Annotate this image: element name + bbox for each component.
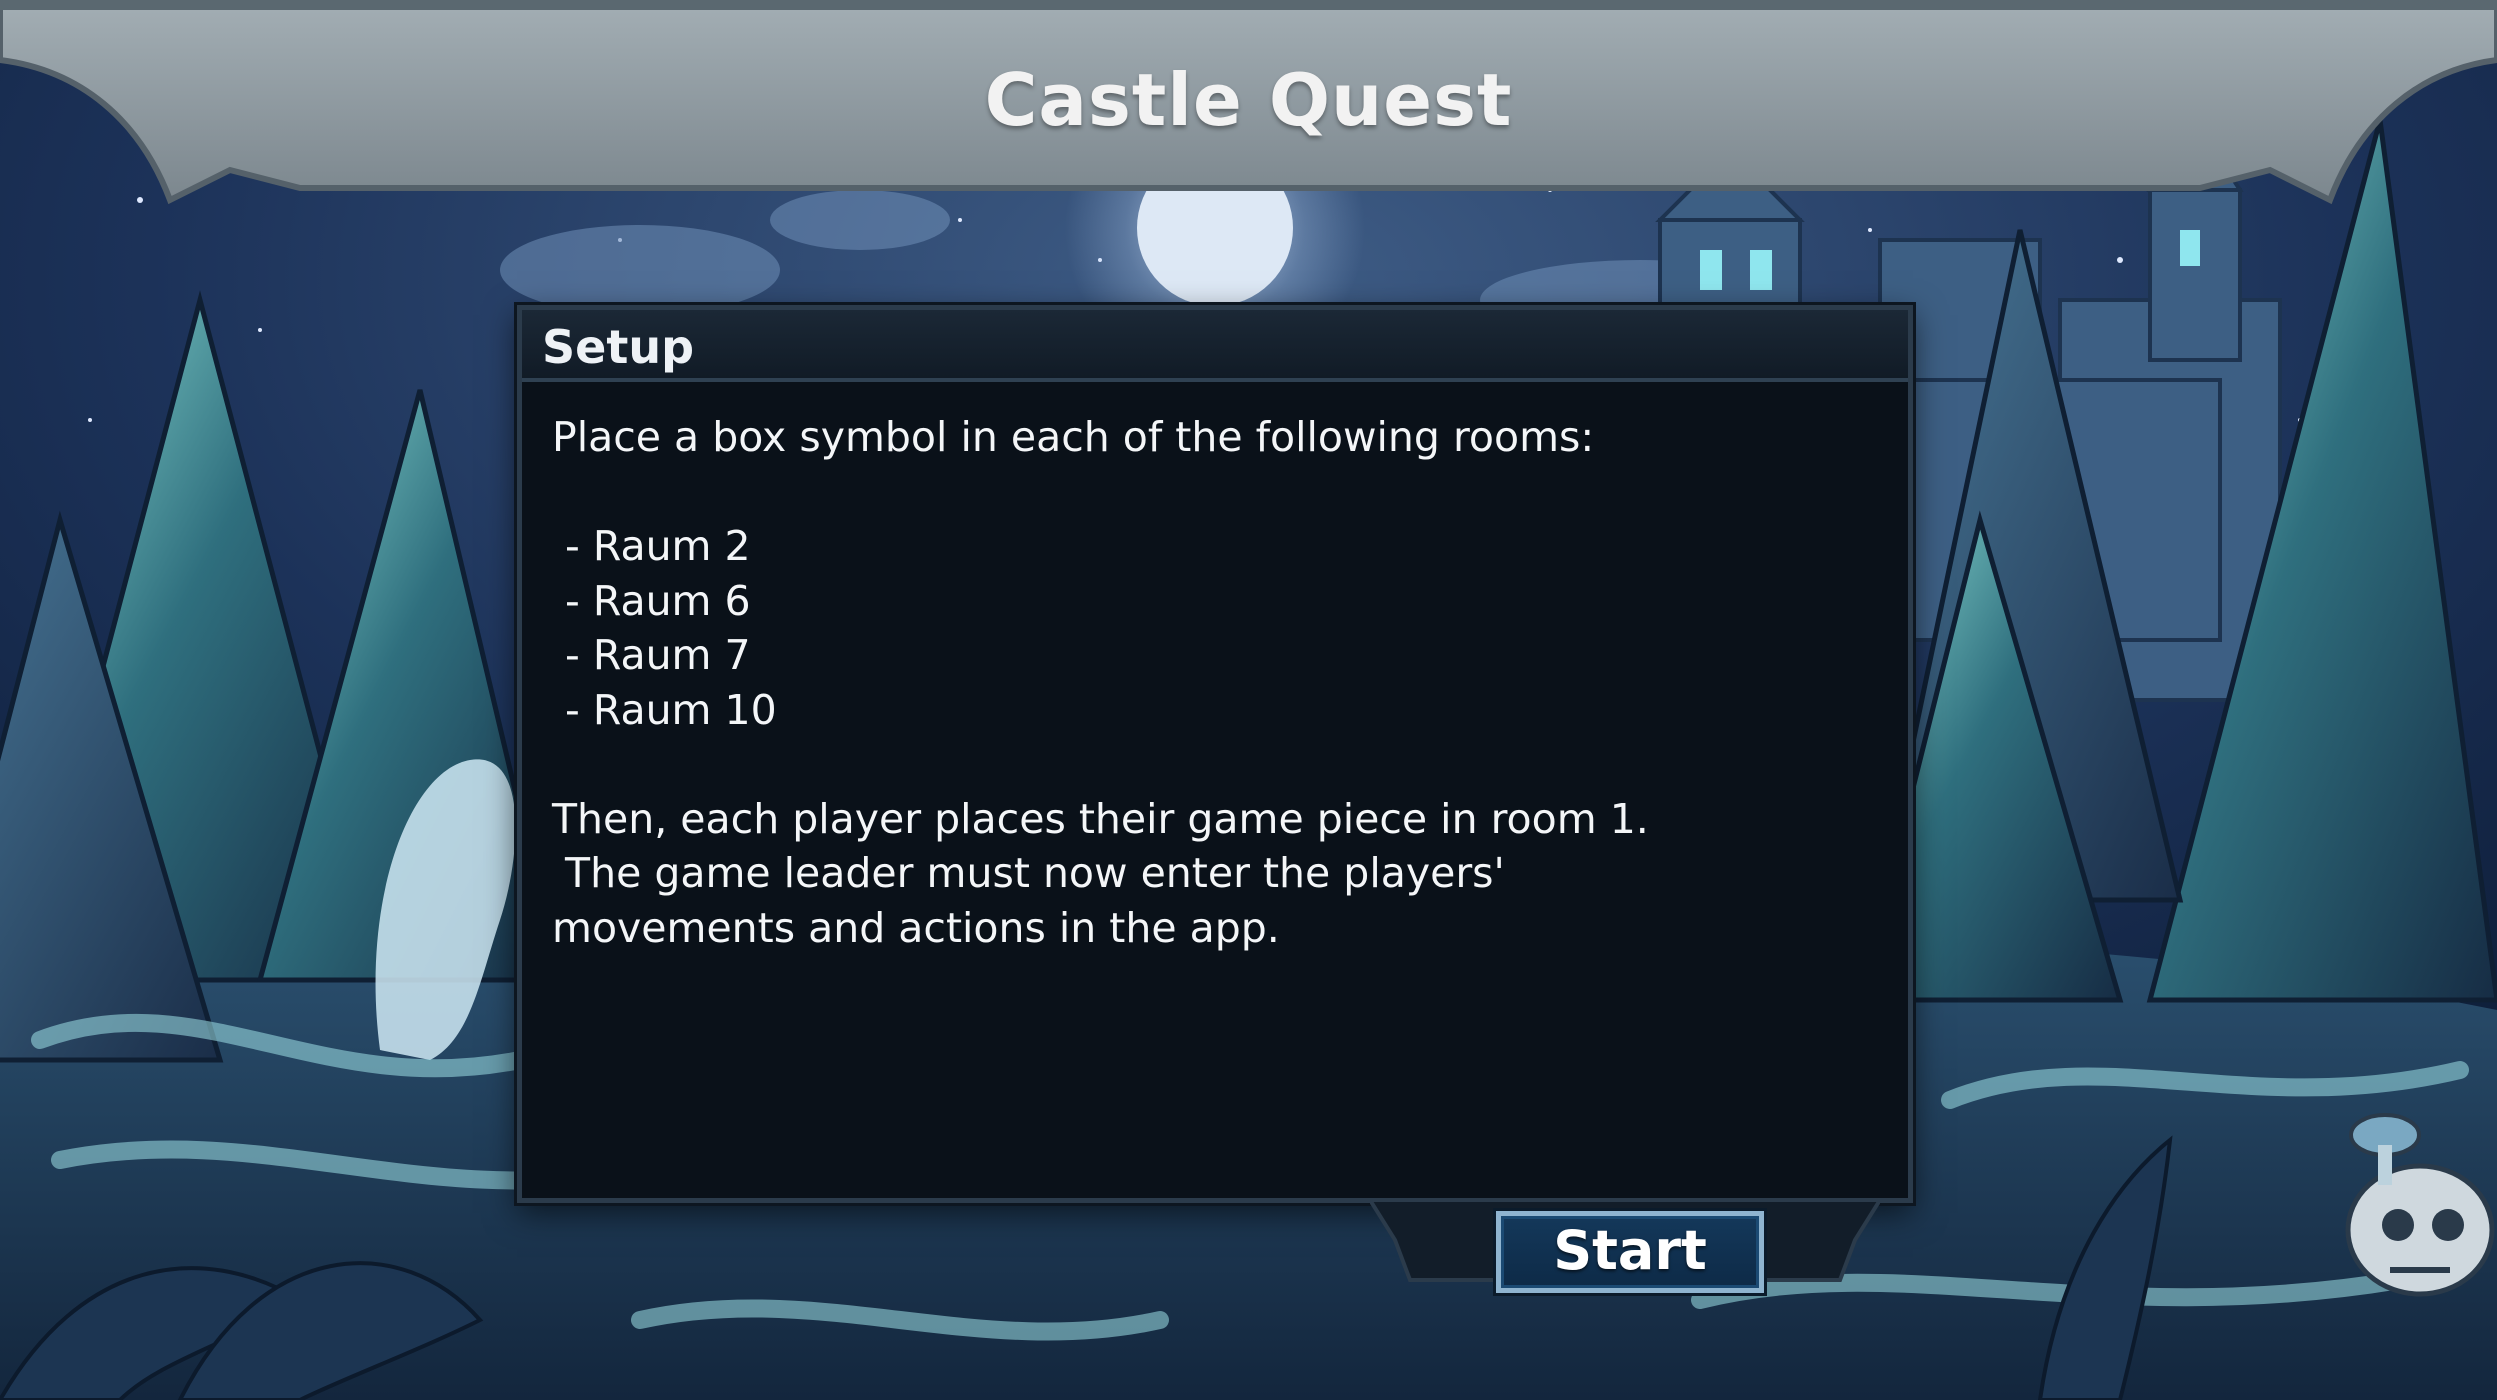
setup-panel-title: Setup <box>542 320 694 374</box>
instruction-line: Place a box symbol in each of the follow… <box>552 413 1595 461</box>
game-screen: Castle Quest Setup Place a box symbol in… <box>0 0 2497 1400</box>
game-title: Castle Quest <box>984 58 1513 142</box>
setup-panel: Setup Place a box symbol in each of the … <box>517 305 1913 1203</box>
instruction-line <box>552 465 1872 520</box>
room-list-item: - Raum 2 <box>552 522 751 570</box>
instruction-line: The game leader must now enter the playe… <box>552 849 1505 897</box>
instruction-line: Then, each player places their game piec… <box>552 794 1649 843</box>
setup-panel-header: Setup <box>522 310 1908 382</box>
instruction-line <box>552 737 1872 792</box>
start-button[interactable]: Start <box>1496 1211 1764 1293</box>
instruction-line: movements and actions in the app. <box>552 903 1280 952</box>
setup-instructions: Place a box symbol in each of the follow… <box>552 410 1872 955</box>
room-list-item: - Raum 7 <box>552 631 751 679</box>
room-list-item: - Raum 10 <box>552 685 777 734</box>
room-list-item: - Raum 6 <box>552 576 751 625</box>
